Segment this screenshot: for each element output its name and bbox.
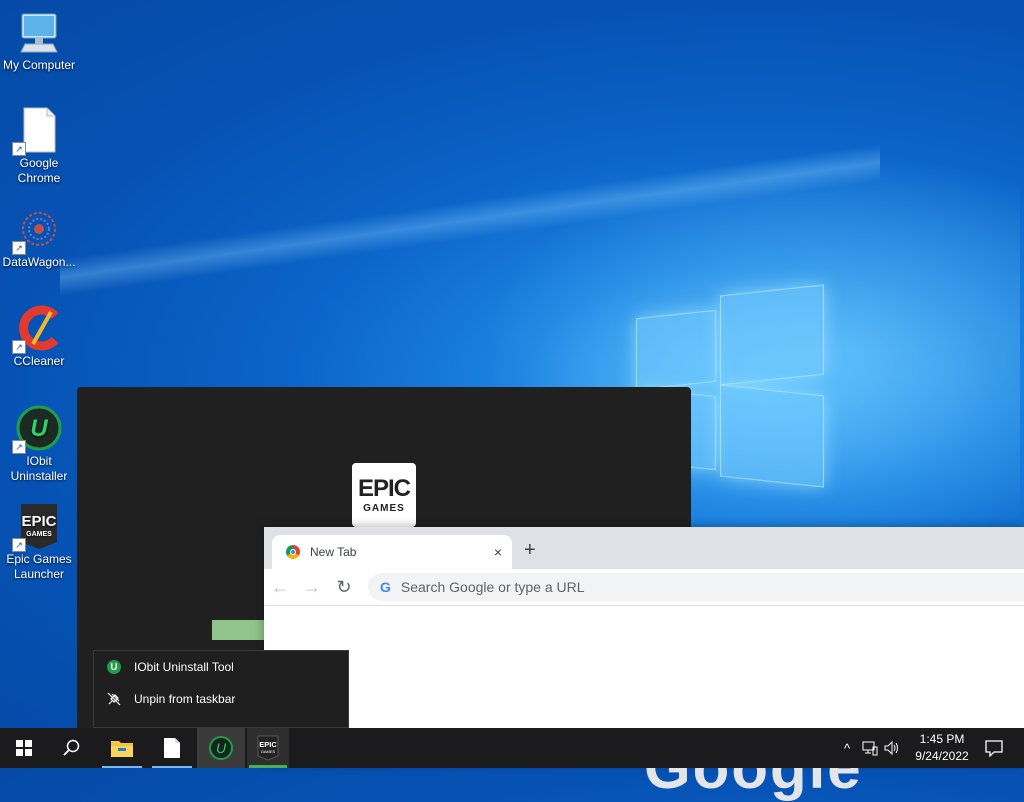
jumplist-item-label: Unpin from taskbar [134,692,236,706]
taskbar-clock[interactable]: 1:45 PM 9/24/2022 [904,731,980,765]
tab-new-tab[interactable]: New Tab × [272,535,512,569]
desktop-icon-ccleaner[interactable]: ↗ CCleaner [0,304,78,369]
loading-progress-bar [212,620,264,640]
desktop-icon-my-computer[interactable]: My Computer [0,8,78,73]
desktop-icon-google-chrome[interactable]: ↗ Google Chrome [0,106,78,186]
taskbar-epic-games[interactable]: EPIC GAMES [247,728,289,768]
blank-file-icon: ↗ [12,106,63,156]
start-button[interactable] [0,728,48,768]
volume-icon[interactable] [884,740,900,756]
svg-text:GAMES: GAMES [261,749,276,754]
system-tray: ^ [838,728,900,768]
file-icon [164,738,180,758]
jumplist-item-label: IObit Uninstall Tool [134,660,234,674]
shortcut-arrow-icon: ↗ [12,440,26,454]
svg-text:U: U [216,740,227,756]
file-explorer-icon [111,741,133,757]
shortcut-arrow-icon: ↗ [12,538,26,552]
iobit-icon: U [209,736,233,760]
address-bar-placeholder: Search Google or type a URL [400,579,585,595]
computer-icon [15,8,63,56]
desktop-icon-iobit-uninstaller[interactable]: U ↗ IObit Uninstaller [0,404,78,484]
jumplist-item-iobit-uninstall-tool[interactable]: U IObit Uninstall Tool [94,651,348,683]
epic-games-logo: EPIC GAMES [352,463,416,527]
unpin-icon [106,691,122,707]
taskbar-file-explorer[interactable] [98,728,146,768]
iobit-icon: U [106,659,122,675]
taskbar-file[interactable] [148,728,196,768]
desktop-icon-label: My Computer [2,58,76,72]
chrome-favicon-icon [286,545,300,559]
tab-close-icon[interactable]: × [494,544,502,560]
network-icon[interactable] [862,740,878,756]
shortcut-arrow-icon: ↗ [12,241,26,255]
desktop-icon-label: Epic Games Launcher [6,552,72,581]
svg-text:GAMES: GAMES [26,531,52,538]
epic-logo-text: EPIC [357,474,411,502]
notification-icon [985,740,1003,757]
desktop-icon-datawagon[interactable]: ↗ DataWagon... [0,205,78,270]
clock-time: 1:45 PM [919,732,965,746]
epic-logo-subtext: GAMES [363,502,405,514]
search-button[interactable] [48,728,96,768]
tab-title: New Tab [310,545,357,559]
show-hidden-icons-chevron-icon[interactable]: ^ [838,741,856,756]
epic-games-icon: EPICGAMES [257,735,279,761]
datawagon-icon: ↗ [12,205,63,255]
start-icon [16,740,32,756]
forward-button[interactable]: → [296,577,328,598]
desktop-icon-label: IObit Uninstaller [10,454,68,483]
new-tab-button[interactable]: + [524,539,536,562]
ccleaner-icon: ↗ [12,304,63,354]
shortcut-arrow-icon: ↗ [12,142,26,156]
reload-button[interactable]: ↻ [328,577,360,598]
svg-text:EPIC: EPIC [259,740,277,749]
taskbar-iobit-uninstaller[interactable]: U [197,728,245,768]
desktop-icon-epic-games-launcher[interactable]: EPIC GAMES ↗ Epic Games Launcher [0,502,78,582]
chrome-tab-strip: New Tab × + [264,527,1024,569]
taskbar-jump-list: U IObit Uninstall Tool Unpin from taskba… [93,650,349,728]
action-center-button[interactable] [970,728,1018,768]
svg-text:EPIC: EPIC [21,513,56,530]
search-icon [63,739,80,756]
shortcut-arrow-icon: ↗ [12,340,26,354]
chrome-toolbar: ← → ↻ G Search Google or type a URL [264,569,1024,606]
desktop-icon-label: DataWagon... [2,255,76,269]
desktop-icon-label: Google Chrome [17,156,61,185]
google-g-icon: G [380,579,391,595]
clock-date: 9/24/2022 [915,749,969,763]
address-bar[interactable]: G Search Google or type a URL [368,573,1024,601]
back-button[interactable]: ← [264,577,296,598]
svg-text:U: U [30,415,48,442]
jumplist-item-unpin[interactable]: Unpin from taskbar [94,683,348,715]
taskbar: U EPIC GAMES ^ 1:45 PM 9/24/2022 [0,728,1024,768]
desktop-icon-label: CCleaner [13,354,65,368]
iobit-icon: U ↗ [12,404,63,454]
epic-games-icon: EPIC GAMES ↗ [12,502,63,552]
